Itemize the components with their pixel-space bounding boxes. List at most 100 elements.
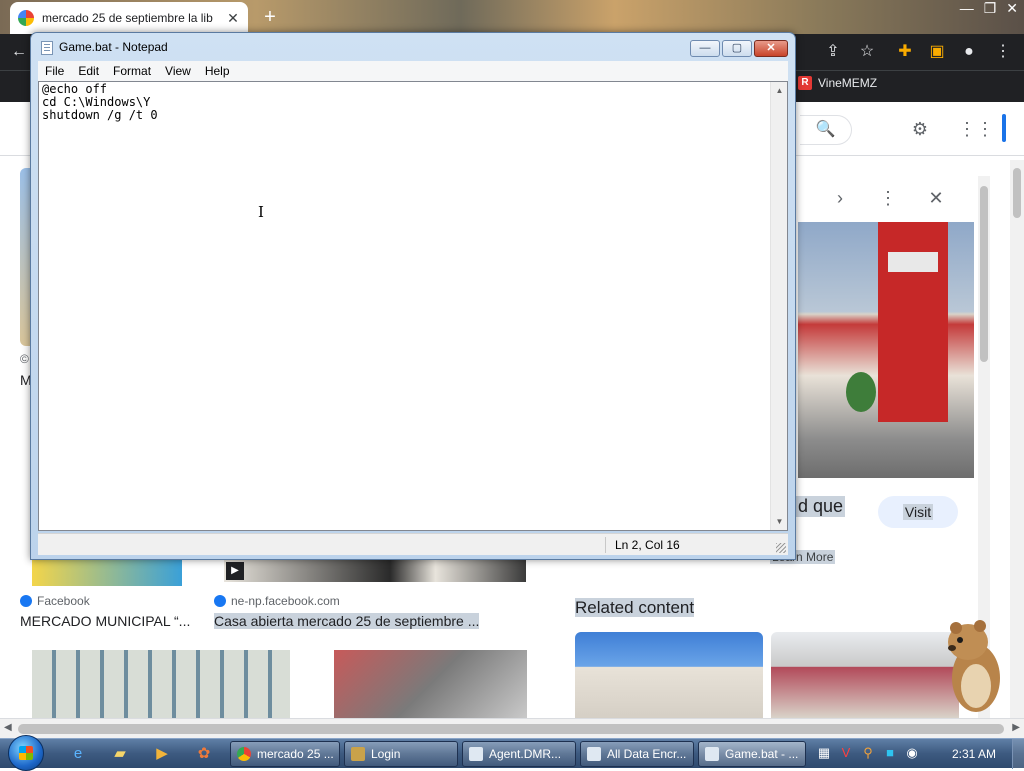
- facebook-icon: [214, 595, 226, 607]
- antivirus-icon[interactable]: V: [838, 745, 854, 761]
- scroll-down-icon[interactable]: ▼: [771, 513, 788, 530]
- facebook-icon: [20, 595, 32, 607]
- scroll-left-icon[interactable]: ◀: [4, 722, 12, 733]
- tab-close-button[interactable]: ✕: [226, 11, 240, 25]
- preview-image[interactable]: [798, 222, 974, 478]
- explorer-folder-icon[interactable]: ▰: [104, 742, 136, 766]
- browser-tab[interactable]: mercado 25 de septiembre la lib ✕: [10, 2, 248, 34]
- task-label: Game.bat - ...: [725, 747, 799, 761]
- status-bar: Ln 2, Col 16: [38, 533, 788, 555]
- ibeam-cursor-icon: I: [258, 203, 264, 221]
- task-all-data[interactable]: All Data Encr...: [580, 741, 694, 767]
- back-icon[interactable]: ←: [8, 41, 30, 63]
- editor-scrollbar[interactable]: ▲ ▼: [770, 82, 787, 530]
- scroll-up-icon[interactable]: ▲: [771, 82, 788, 99]
- menu-format[interactable]: Format: [106, 64, 158, 78]
- close-panel-icon[interactable]: ✕: [924, 186, 948, 210]
- visit-button[interactable]: Visit: [878, 496, 958, 528]
- horizontal-scrollbar[interactable]: ◀ ▶: [0, 718, 1024, 738]
- scroll-thumb[interactable]: [980, 186, 988, 362]
- scroll-right-icon[interactable]: ▶: [1012, 722, 1020, 733]
- card-source-label: Facebook: [37, 594, 90, 608]
- google-icon: [18, 10, 34, 26]
- internet-explorer-icon[interactable]: e: [62, 742, 94, 766]
- panel-title[interactable]: d que: [796, 496, 846, 517]
- cursor-position: Ln 2, Col 16: [615, 538, 680, 552]
- result-image[interactable]: [32, 650, 290, 718]
- notepad-window: Game.bat - Notepad — ▢ ✕ File Edit Forma…: [30, 32, 796, 560]
- related-content-heading: Related content: [575, 598, 695, 618]
- bookmark-vinememz[interactable]: R VineMEMZ: [798, 76, 877, 90]
- restore-icon[interactable]: ❐: [984, 0, 997, 17]
- result-image[interactable]: [334, 650, 527, 718]
- task-login[interactable]: Login: [344, 741, 458, 767]
- menu-view[interactable]: View: [158, 64, 198, 78]
- close-button[interactable]: ✕: [754, 40, 788, 57]
- start-button[interactable]: [8, 735, 44, 771]
- play-icon: ▶: [226, 562, 244, 580]
- menu-icon[interactable]: ⋮: [992, 41, 1014, 63]
- window-icon: [469, 747, 483, 761]
- related-image[interactable]: [575, 632, 763, 718]
- menu-bar: File Edit Format View Help: [38, 61, 788, 81]
- task-label: Agent.DMR...: [489, 747, 562, 761]
- notepad-icon: [41, 41, 53, 55]
- login-icon: [351, 747, 365, 761]
- new-tab-button[interactable]: +: [258, 6, 282, 30]
- star-icon[interactable]: ☆: [856, 41, 878, 63]
- card-image[interactable]: [32, 560, 182, 586]
- system-tray: ▦ V ⚲ ■ ◉: [816, 745, 920, 761]
- notepad-titlebar[interactable]: Game.bat - Notepad — ▢ ✕: [31, 33, 795, 61]
- minimize-button[interactable]: —: [690, 40, 720, 57]
- volume-icon[interactable]: ◉: [904, 745, 920, 761]
- notepad-icon: [705, 747, 719, 761]
- apps-grid-icon[interactable]: ⋮⋮: [958, 117, 994, 141]
- window-title: Game.bat - Notepad: [59, 40, 168, 54]
- card-title[interactable]: MERCADO MUNICIPAL “...: [20, 613, 190, 629]
- search-icon[interactable]: 🔍: [800, 115, 852, 145]
- window-icon: [587, 747, 601, 761]
- related-image[interactable]: [771, 632, 959, 718]
- task-chrome[interactable]: mercado 25 ...: [230, 741, 340, 767]
- status-divider: [605, 537, 606, 553]
- tab-strip: mercado 25 de septiembre la lib ✕ + — ❐ …: [0, 0, 1024, 34]
- scroll-thumb[interactable]: [18, 724, 1004, 734]
- account-indicator[interactable]: [1002, 114, 1006, 142]
- task-agent[interactable]: Agent.DMR...: [462, 741, 576, 767]
- media-player-icon[interactable]: ▶: [146, 742, 178, 766]
- file-content[interactable]: @echo off cd C:\Windows\Y shutdown /g /t…: [42, 83, 158, 122]
- show-desktop-button[interactable]: [1012, 739, 1024, 769]
- extensions-icon[interactable]: ✚: [894, 41, 916, 63]
- tab-title: mercado 25 de septiembre la lib: [42, 11, 213, 25]
- app-tray-icon[interactable]: ▦: [816, 745, 832, 761]
- card-title[interactable]: Casa abierta mercado 25 de septiembre ..…: [214, 613, 480, 629]
- more-options-icon[interactable]: ⋮: [876, 186, 900, 210]
- sidepanel-icon[interactable]: ▣: [926, 41, 948, 63]
- share-icon[interactable]: ⇪: [822, 41, 844, 63]
- bookmark-badge-icon: R: [798, 76, 812, 90]
- settings-gear-icon[interactable]: ⚙: [908, 117, 932, 141]
- menu-file[interactable]: File: [38, 64, 71, 78]
- search-tray-icon[interactable]: ⚲: [860, 745, 876, 761]
- card-source-label: ne-np.facebook.com: [231, 594, 340, 608]
- task-label: mercado 25 ...: [257, 747, 334, 761]
- card-image-video[interactable]: ▶: [224, 560, 526, 582]
- network-icon[interactable]: ■: [882, 745, 898, 761]
- text-editor-area[interactable]: @echo off cd C:\Windows\Y shutdown /g /t…: [38, 81, 788, 531]
- taskbar: e ▰ ▶ ✿ mercado 25 ... Login Agent.DMR..…: [0, 735, 1024, 771]
- maximize-button[interactable]: ▢: [722, 40, 752, 57]
- next-arrow-icon[interactable]: ›: [828, 186, 852, 210]
- clock[interactable]: 2:31 AM: [952, 747, 996, 761]
- close-icon[interactable]: ✕: [1006, 0, 1018, 17]
- page-scrollbar[interactable]: [1010, 160, 1024, 718]
- scroll-thumb[interactable]: [1013, 168, 1021, 218]
- paint-icon[interactable]: ✿: [188, 742, 220, 766]
- menu-help[interactable]: Help: [198, 64, 237, 78]
- profile-icon[interactable]: ●: [958, 41, 980, 63]
- task-label: All Data Encr...: [607, 747, 687, 761]
- resize-grip-icon[interactable]: [776, 543, 786, 553]
- result-thumbnail[interactable]: [20, 168, 30, 346]
- menu-edit[interactable]: Edit: [71, 64, 106, 78]
- task-game-bat[interactable]: Game.bat - ...: [698, 741, 806, 767]
- minimize-icon[interactable]: —: [960, 0, 974, 17]
